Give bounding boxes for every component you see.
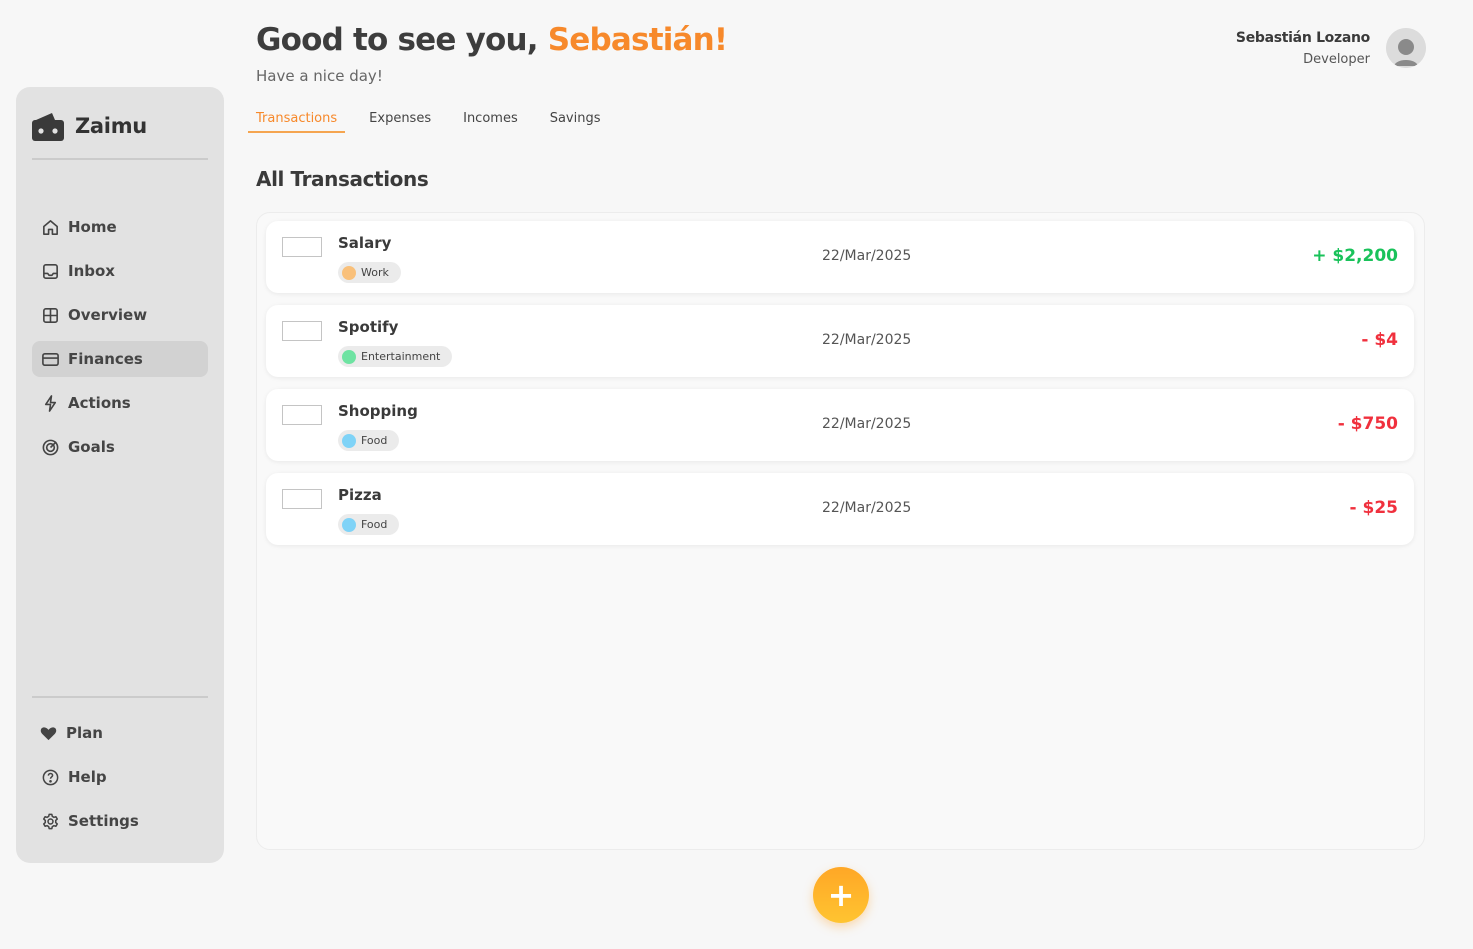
heart-icon bbox=[38, 723, 58, 743]
transaction-date: 22/Mar/2025 bbox=[822, 500, 912, 516]
transaction-name: Pizza bbox=[338, 486, 382, 504]
sidebar-item-help[interactable]: Help bbox=[32, 759, 208, 795]
sidebar-nav: Home Inbox Overview Finances Actions Goa… bbox=[32, 209, 208, 473]
tag-dot-icon bbox=[342, 265, 356, 280]
sidebar-item-goals[interactable]: Goals bbox=[32, 429, 208, 465]
tab-expenses[interactable]: Expenses bbox=[361, 109, 439, 133]
transaction-name: Salary bbox=[338, 234, 392, 252]
sidebar-item-settings[interactable]: Settings bbox=[32, 803, 208, 839]
transaction-date: 22/Mar/2025 bbox=[822, 248, 912, 264]
greeting-user-name: Sebastián! bbox=[547, 22, 728, 58]
category-tag-label: Entertainment bbox=[361, 350, 441, 363]
greeting-subtitle: Have a nice day! bbox=[256, 67, 383, 85]
sidebar-item-finances[interactable]: Finances bbox=[32, 341, 208, 377]
sidebar-item-label: Actions bbox=[68, 394, 131, 412]
transaction-row[interactable]: Spotify Entertainment 22/Mar/2025 - $4 bbox=[266, 305, 1414, 377]
category-tag-label: Work bbox=[361, 266, 389, 279]
plus-icon: + bbox=[827, 876, 855, 914]
wallet-icon bbox=[32, 113, 64, 141]
user-info: Sebastián Lozano Developer bbox=[1236, 30, 1370, 67]
sidebar-divider bbox=[32, 696, 208, 698]
sidebar-item-plan[interactable]: Plan bbox=[32, 715, 208, 751]
sidebar-bottom-nav: Plan Help Settings bbox=[32, 715, 208, 847]
sidebar-item-label: Goals bbox=[68, 438, 115, 456]
transaction-image bbox=[282, 321, 322, 341]
category-tag: Work bbox=[338, 262, 401, 283]
transaction-amount: - $750 bbox=[1337, 414, 1398, 434]
greeting-title: Good to see you, Sebastián! bbox=[256, 22, 728, 58]
greeting-prefix: Good to see you, bbox=[256, 22, 539, 58]
gear-icon bbox=[40, 811, 60, 831]
finance-tabs: Transactions Expenses Incomes Savings bbox=[248, 109, 625, 133]
category-tag-label: Food bbox=[361, 434, 388, 447]
sidebar-item-overview[interactable]: Overview bbox=[32, 297, 208, 333]
brand[interactable]: Zaimu bbox=[32, 111, 147, 141]
inbox-icon bbox=[40, 261, 60, 281]
user-avatar-icon[interactable] bbox=[1386, 28, 1426, 68]
tag-dot-icon bbox=[342, 433, 356, 448]
transaction-row[interactable]: Shopping Food 22/Mar/2025 - $750 bbox=[266, 389, 1414, 461]
transaction-row[interactable]: Salary Work 22/Mar/2025 + $2,200 bbox=[266, 221, 1414, 293]
sidebar-item-label: Overview bbox=[68, 306, 148, 324]
user-profile[interactable]: Sebastián Lozano Developer bbox=[1236, 28, 1426, 68]
transaction-date: 22/Mar/2025 bbox=[822, 416, 912, 432]
help-circle-icon bbox=[40, 767, 60, 787]
transaction-row[interactable]: Pizza Food 22/Mar/2025 - $25 bbox=[266, 473, 1414, 545]
brand-name: Zaimu bbox=[75, 114, 147, 138]
tag-dot-icon bbox=[342, 349, 356, 364]
transaction-date: 22/Mar/2025 bbox=[822, 332, 912, 348]
grid-icon bbox=[40, 305, 60, 325]
category-tag: Entertainment bbox=[338, 346, 453, 367]
lightning-icon bbox=[40, 393, 60, 413]
sidebar: Zaimu Home Inbox Overview Finances Actio… bbox=[16, 87, 224, 863]
sidebar-divider bbox=[32, 158, 208, 160]
sidebar-item-label: Plan bbox=[66, 724, 103, 742]
credit-card-icon bbox=[40, 349, 60, 369]
category-tag: Food bbox=[338, 514, 400, 535]
sidebar-item-label: Help bbox=[68, 768, 107, 786]
transaction-image bbox=[282, 405, 322, 425]
category-tag-label: Food bbox=[361, 518, 388, 531]
sidebar-item-label: Inbox bbox=[68, 262, 115, 280]
sidebar-item-label: Finances bbox=[68, 350, 143, 368]
sidebar-item-home[interactable]: Home bbox=[32, 209, 208, 245]
user-name: Sebastián Lozano bbox=[1235, 29, 1370, 46]
transaction-image bbox=[282, 237, 322, 257]
sidebar-item-actions[interactable]: Actions bbox=[32, 385, 208, 421]
section-title: All Transactions bbox=[256, 167, 429, 191]
transaction-name: Shopping bbox=[338, 402, 418, 420]
tag-dot-icon bbox=[342, 517, 356, 532]
sidebar-item-label: Settings bbox=[68, 812, 139, 830]
home-icon bbox=[40, 217, 60, 237]
user-role: Developer bbox=[1303, 51, 1370, 67]
transaction-amount: - $4 bbox=[1361, 330, 1398, 350]
transaction-image bbox=[282, 489, 322, 509]
transactions-panel: Salary Work 22/Mar/2025 + $2,200 Spotify… bbox=[256, 212, 1425, 850]
sidebar-item-label: Home bbox=[68, 218, 117, 236]
transaction-name: Spotify bbox=[338, 318, 399, 336]
target-icon bbox=[40, 437, 60, 457]
sidebar-item-inbox[interactable]: Inbox bbox=[32, 253, 208, 289]
category-tag: Food bbox=[338, 430, 400, 451]
add-transaction-button[interactable]: + bbox=[813, 867, 869, 923]
tab-incomes[interactable]: Incomes bbox=[455, 109, 526, 133]
tab-transactions[interactable]: Transactions bbox=[248, 109, 346, 133]
transaction-amount: - $25 bbox=[1349, 498, 1398, 518]
transaction-amount: + $2,200 bbox=[1312, 246, 1398, 266]
tab-savings[interactable]: Savings bbox=[542, 109, 609, 133]
